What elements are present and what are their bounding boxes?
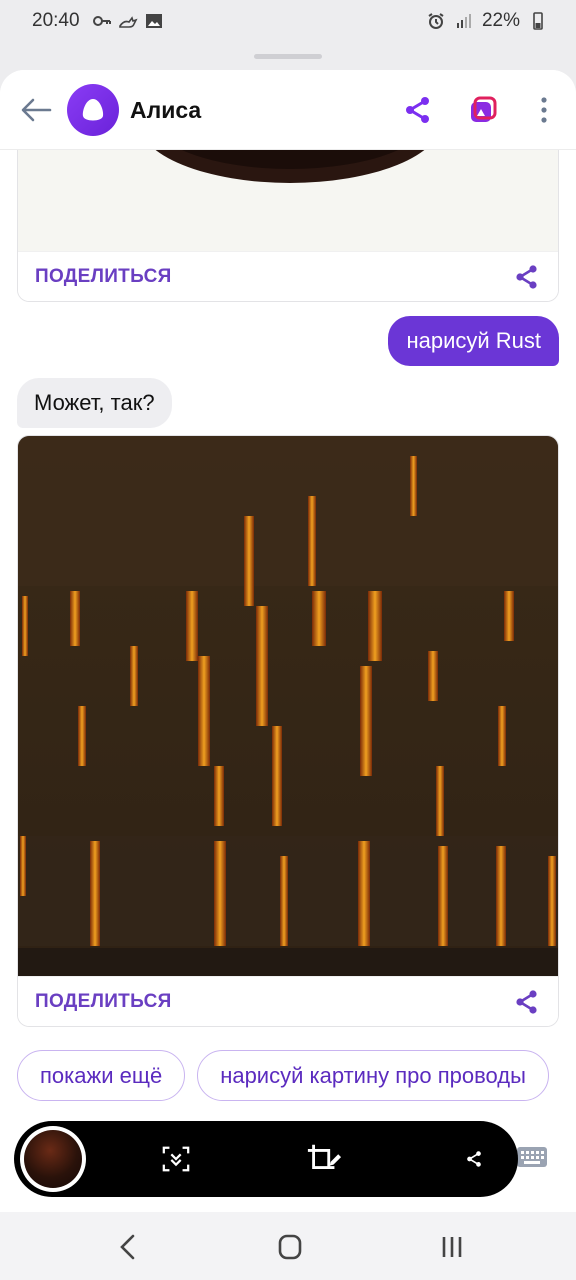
keyboard-icon[interactable] — [516, 1144, 548, 1172]
status-bar: 20:40 22% — [0, 0, 576, 44]
back-arrow-icon[interactable] — [18, 92, 54, 128]
image-card-previous: ПОДЕЛИТЬСЯ — [17, 130, 559, 302]
image-icon — [144, 11, 164, 31]
alice-app: Алиса ПОДЕЛИТЬСЯ нарисуй Rust Может, так… — [0, 70, 576, 1212]
scroll-capture-icon[interactable] — [158, 1141, 194, 1177]
suggest-chip[interactable]: нарисуй картину про проводы — [197, 1050, 549, 1101]
generated-image[interactable] — [18, 436, 558, 976]
bot-message: Может, так? — [17, 378, 172, 428]
home-nav-icon[interactable] — [272, 1230, 308, 1264]
share-icon[interactable] — [514, 989, 540, 1015]
alice-logo — [67, 84, 119, 136]
share-icon[interactable] — [514, 264, 540, 290]
battery-icon — [528, 11, 548, 31]
recents-nav-icon[interactable] — [434, 1230, 470, 1264]
chat-area[interactable]: ПОДЕЛИТЬСЯ нарисуй Rust Может, так? ПОДЕ… — [0, 130, 576, 1212]
share-icon[interactable] — [400, 92, 436, 128]
share-link[interactable]: ПОДЕЛИТЬСЯ — [35, 991, 172, 1013]
suggest-chips: покажи ещё нарисуй картину про проводы — [17, 1050, 549, 1102]
signal-icon — [454, 11, 474, 31]
share-icon[interactable] — [456, 1141, 492, 1177]
app-title: Алиса — [130, 97, 202, 123]
suggest-chip[interactable]: покажи ещё — [17, 1050, 186, 1101]
key-icon — [92, 11, 112, 31]
battery-percent: 22% — [481, 10, 520, 31]
status-time: 20:40 — [32, 10, 80, 31]
image-card: ПОДЕЛИТЬСЯ — [17, 435, 559, 1027]
sheet-handle[interactable] — [254, 54, 322, 59]
more-vert-icon[interactable] — [526, 92, 562, 128]
card-footer: ПОДЕЛИТЬСЯ — [18, 251, 558, 301]
crop-edit-icon[interactable] — [306, 1141, 342, 1177]
navigation-bar — [0, 1212, 576, 1280]
back-nav-icon[interactable] — [110, 1230, 146, 1264]
card-footer: ПОДЕЛИТЬСЯ — [18, 976, 558, 1026]
alarm-icon — [426, 11, 446, 31]
screenshot-thumbnail[interactable] — [20, 1126, 86, 1192]
user-message: нарисуй Rust — [388, 316, 559, 366]
screenshot-toolbar — [14, 1121, 518, 1197]
alice-skills-icon[interactable] — [464, 92, 500, 128]
app-header: Алиса — [0, 70, 576, 150]
cat-icon — [118, 11, 138, 31]
share-link[interactable]: ПОДЕЛИТЬСЯ — [35, 266, 172, 288]
